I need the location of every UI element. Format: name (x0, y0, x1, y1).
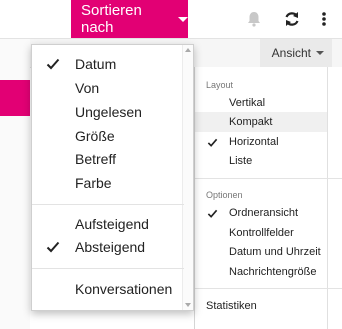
sort-item-label: Größe (75, 128, 115, 144)
option-item-kontrollfelder[interactable]: Kontrollfelder (195, 223, 327, 243)
sort-item-ungelesen[interactable]: Ungelesen (32, 101, 182, 123)
sort-order-absteigend[interactable]: Absteigend (32, 236, 182, 258)
option-item-ordneransicht[interactable]: Ordneransicht (195, 203, 327, 223)
view-label: Ansicht (271, 46, 311, 60)
sort-by-button[interactable]: Sortieren nach (71, 0, 188, 38)
refresh-icon[interactable] (282, 9, 302, 29)
chevron-down-icon (316, 51, 324, 55)
sort-item-label: Ungelesen (75, 104, 142, 120)
more-vertical-icon[interactable] (321, 11, 327, 27)
option-item-label: Ordneransicht (229, 207, 299, 219)
layout-item-kompakt[interactable]: Kompakt (195, 112, 327, 132)
layout-item-horizontal[interactable]: Horizontal (195, 132, 327, 152)
option-item-label: Kontrollfelder (229, 227, 294, 239)
layout-item-label: Liste (229, 155, 253, 167)
sort-order-aufsteigend[interactable]: Aufsteigend (32, 213, 182, 235)
checkmark-icon (207, 138, 218, 147)
sort-item-label: Absteigend (75, 239, 146, 255)
sort-item-farbe[interactable]: Farbe (32, 172, 182, 194)
menu-divider (32, 204, 184, 205)
sort-item-label: Von (75, 80, 100, 96)
checkmark-icon (207, 209, 218, 218)
checkmark-icon (46, 241, 60, 253)
divider (327, 67, 328, 329)
sort-item-label: Aufsteigend (75, 216, 149, 232)
options-heading: Optionen (206, 190, 243, 200)
option-item-label: Nachrichtengröße (229, 266, 317, 278)
layout-item-label: Kompakt (229, 116, 273, 128)
view-menu: Layout Vertikal Kompakt Horizontal Liste… (194, 67, 342, 329)
layout-item-vertikal[interactable]: Vertikal (195, 93, 327, 113)
sort-by-label: Sortieren nach (81, 2, 142, 36)
sort-item-datum[interactable]: Datum (32, 53, 182, 75)
layout-item-label: Vertikal (229, 97, 266, 109)
scroll-up-icon[interactable] (185, 48, 191, 52)
layout-item-liste[interactable]: Liste (195, 151, 327, 171)
statistics-label: Statistiken (206, 300, 257, 312)
sort-item-groesse[interactable]: Größe (32, 125, 182, 147)
sort-item-label: Farbe (75, 175, 112, 191)
sort-menu: Datum Von Ungelesen Größe Betreff Farbe … (31, 44, 194, 311)
sort-item-von[interactable]: Von (32, 77, 182, 99)
sort-item-konversationen[interactable]: Konversationen (32, 278, 182, 300)
view-button[interactable]: Ansicht (259, 39, 332, 67)
option-item-datum-uhrzeit[interactable]: Datum und Uhrzeit (195, 242, 327, 262)
menu-divider (32, 268, 184, 269)
bell-icon[interactable] (244, 9, 264, 29)
checkmark-icon (46, 58, 60, 70)
menu-divider (195, 178, 342, 179)
scrollbar[interactable] (182, 45, 193, 310)
sort-item-label: Betreff (75, 151, 116, 167)
sort-item-betreff[interactable]: Betreff (32, 148, 182, 170)
sort-item-label: Datum (75, 56, 117, 72)
chevron-down-icon (178, 16, 188, 22)
option-item-nachrichtengroesse[interactable]: Nachrichtengröße (195, 262, 327, 282)
sort-item-label: Konversationen (75, 281, 173, 297)
layout-item-label: Horizontal (229, 136, 279, 148)
scroll-down-icon[interactable] (185, 303, 191, 307)
selected-folder-marker (0, 80, 30, 116)
menu-divider (195, 288, 342, 289)
layout-heading: Layout (206, 80, 234, 90)
option-item-label: Datum und Uhrzeit (229, 246, 321, 258)
